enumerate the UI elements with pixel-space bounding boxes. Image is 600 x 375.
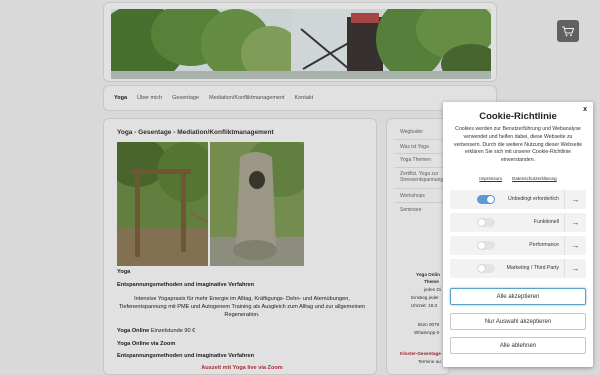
toggle-knob <box>478 265 485 272</box>
cookie-description: Cookies werden zur Benutzerführung und W… <box>453 126 583 164</box>
arrow-right-icon[interactable]: → <box>564 236 586 255</box>
cookie-option-necessary: Unbedingt erforderlich → <box>450 190 586 209</box>
page: Yoga Über mich Gesentage Mediation/Konfl… <box>0 0 600 375</box>
necessary-toggle[interactable] <box>477 195 495 204</box>
cookie-links: Impressum Datenschutzerklärung <box>443 176 593 181</box>
toggle-knob <box>487 196 494 203</box>
option-label: Marketing / Third Party <box>506 265 559 271</box>
accept-selection-button[interactable]: Nur Auswahl akzeptieren <box>450 313 586 330</box>
accept-all-button[interactable]: Alle akzeptieren <box>450 288 586 305</box>
cookie-option-marketing: Marketing / Third Party → <box>450 259 586 278</box>
arrow-right-icon[interactable]: → <box>564 259 586 278</box>
functional-toggle[interactable] <box>477 218 495 227</box>
cookie-title: Cookie-Richtlinie <box>479 111 557 122</box>
arrow-right-icon[interactable]: → <box>564 190 586 209</box>
arrow-right-icon[interactable]: → <box>564 213 586 232</box>
reject-all-button[interactable]: Alle ablehnen <box>450 337 586 354</box>
privacy-policy-link[interactable]: Datenschutzerklärung <box>512 176 557 181</box>
cookie-dialog: x Cookie-Richtlinie Cookies werden zur B… <box>443 102 593 367</box>
toggle-knob <box>478 242 485 249</box>
toggle-knob <box>478 219 485 226</box>
option-label: Unbedingt erforderlich <box>507 196 559 202</box>
cookie-option-performance: Performance → <box>450 236 586 255</box>
option-label: Funktionell <box>533 219 559 225</box>
impressum-link[interactable]: Impressum <box>479 176 502 181</box>
option-label: Performance <box>529 242 559 248</box>
performance-toggle[interactable] <box>477 241 495 250</box>
cookie-option-functional: Funktionell → <box>450 213 586 232</box>
marketing-toggle[interactable] <box>477 264 495 273</box>
